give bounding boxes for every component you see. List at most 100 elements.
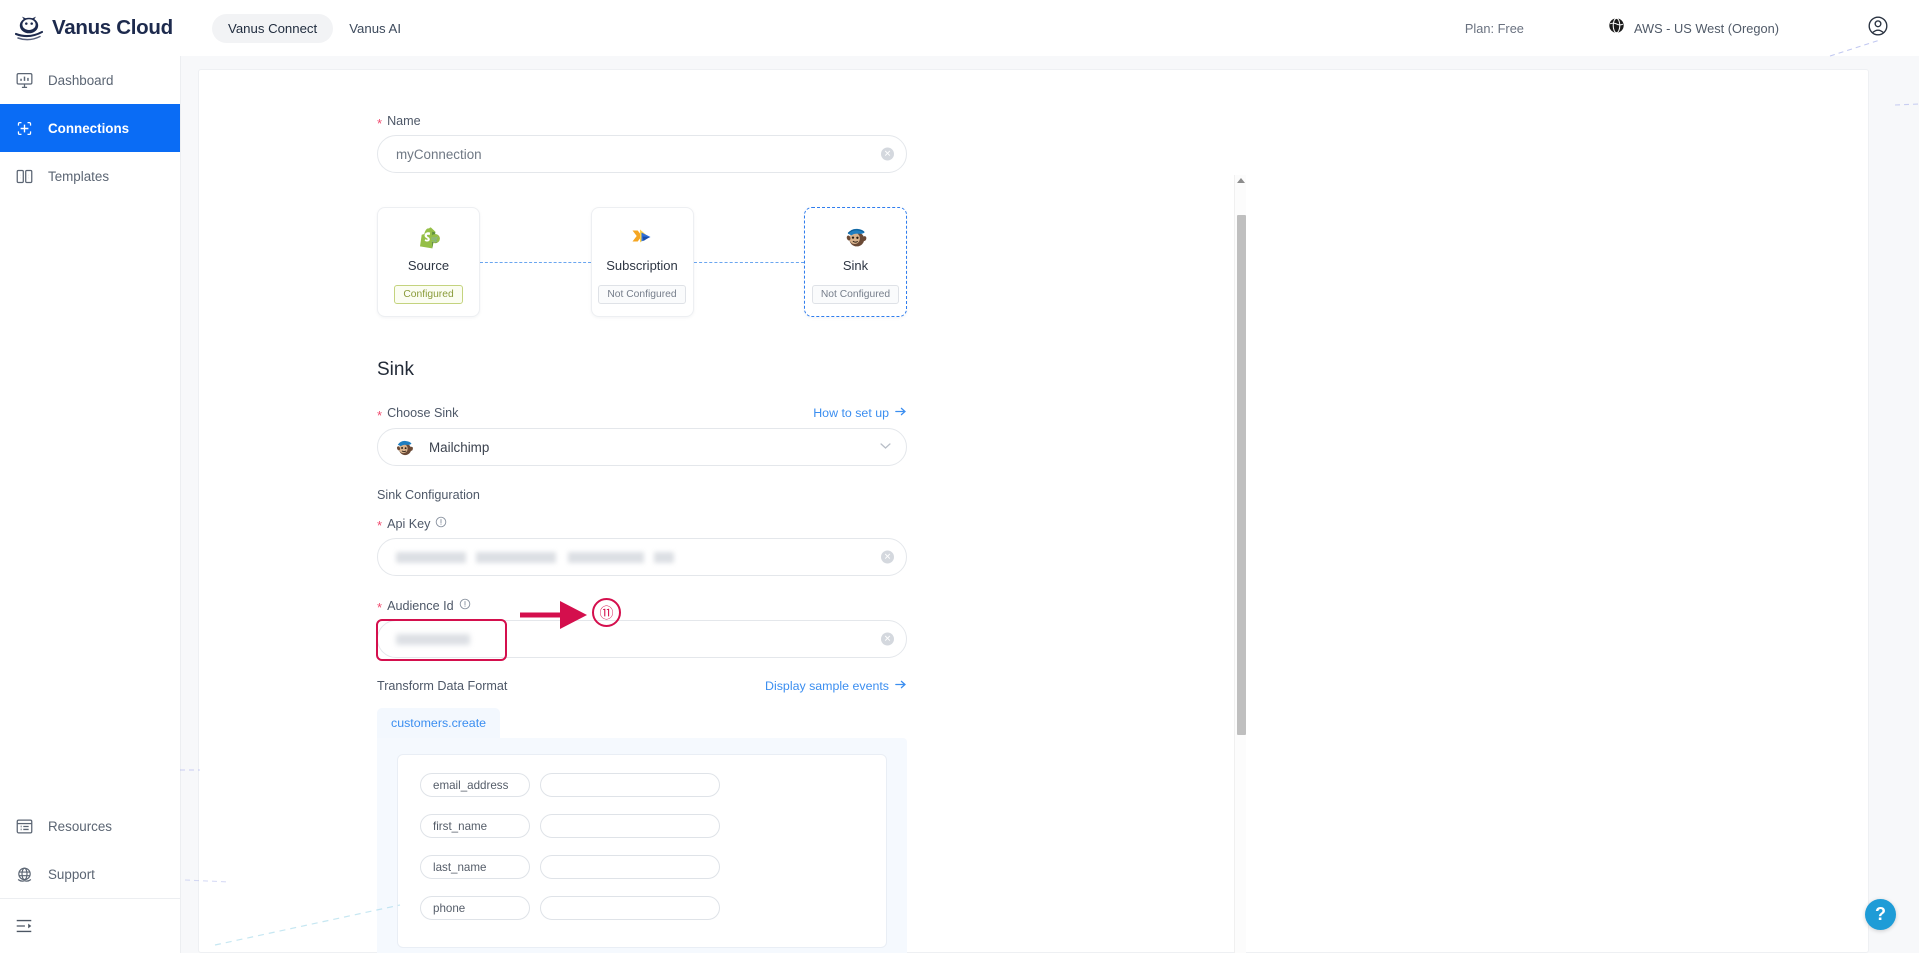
api-key-masked-value <box>396 551 674 563</box>
flow-card-subscription[interactable]: Subscription Not Configured <box>590 207 694 317</box>
status-badge: Not Configured <box>811 285 900 304</box>
tab-vanus-ai[interactable]: Vanus AI <box>333 14 417 43</box>
transform-label: Transform Data Format <box>377 679 508 693</box>
header-tabs: Vanus Connect Vanus AI <box>212 13 417 43</box>
field-key: first_name <box>420 814 530 838</box>
required-asterisk: * <box>377 600 383 615</box>
annotation-step-number: ⑪ <box>592 598 621 627</box>
field-value-input[interactable] <box>540 896 720 920</box>
resources-icon <box>13 815 35 837</box>
audience-id-label: * Audience Id <box>377 598 907 615</box>
user-circle-icon <box>1867 15 1889 42</box>
connections-icon <box>13 117 35 139</box>
sidebar-item-support[interactable]: Support <box>0 850 180 898</box>
connection-panel: * Name myConnection ✕ 🛒 Source Configure… <box>198 69 1869 953</box>
api-key-label: * Api Key <box>377 516 907 533</box>
audience-id-input[interactable]: ✕ <box>376 619 907 661</box>
sidebar-item-resources[interactable]: Resources <box>0 802 180 850</box>
sidebar-item-label: Support <box>48 866 95 882</box>
arrow-right-icon <box>894 678 907 694</box>
subscription-icon <box>629 224 655 250</box>
annotation-arrow-icon <box>518 596 590 639</box>
choose-sink-label-row: * Choose Sink How to set up <box>377 405 907 423</box>
field-value-input[interactable] <box>540 814 720 838</box>
name-field-label: * Name <box>377 114 907 131</box>
scroll-up-arrow-icon[interactable] <box>1237 178 1245 183</box>
info-circle-icon[interactable] <box>459 598 471 613</box>
display-sample-events-text: Display sample events <box>765 679 889 693</box>
tab-vanus-connect[interactable]: Vanus Connect <box>212 13 334 43</box>
flow-card-title: Sink <box>842 258 869 273</box>
whale-logo-icon <box>12 11 46 45</box>
chevron-down-icon <box>880 441 891 453</box>
transform-header: Transform Data Format Display sample eve… <box>377 678 907 694</box>
flow-connector <box>480 262 591 263</box>
required-asterisk: * <box>377 518 383 533</box>
flow-card-title: Source <box>407 258 450 273</box>
collapse-sidebar-icon <box>13 915 35 937</box>
status-badge: Configured <box>394 285 463 304</box>
info-circle-icon[interactable] <box>435 516 447 531</box>
audience-id-masked-value <box>396 633 470 645</box>
transform-body: email_address first_name last_name phone <box>377 738 907 953</box>
api-key-input[interactable]: ✕ <box>377 538 907 576</box>
help-button[interactable]: ? <box>1865 899 1896 930</box>
mailchimp-icon <box>394 437 415 458</box>
choose-sink-label-text: Choose Sink <box>387 406 459 420</box>
flow-card-source[interactable]: 🛒 Source Configured <box>377 207 480 317</box>
vertical-scrollbar[interactable] <box>1234 175 1246 953</box>
shopify-icon: 🛒 <box>416 224 442 250</box>
field-value-input[interactable] <box>540 855 720 879</box>
required-asterisk: * <box>377 407 383 423</box>
sidebar-item-connections[interactable]: Connections <box>0 104 180 152</box>
how-to-set-up-link[interactable]: How to set up <box>813 405 907 421</box>
mailchimp-icon <box>843 224 869 250</box>
clear-circle-icon[interactable]: ✕ <box>881 632 894 646</box>
sidebar-item-label: Resources <box>48 818 113 834</box>
list-item: phone <box>420 896 864 920</box>
tab-customers-create[interactable]: customers.create <box>377 708 501 738</box>
clear-circle-icon[interactable]: ✕ <box>881 550 894 564</box>
name-input-value: myConnection <box>396 146 482 162</box>
field-value-input[interactable] <box>540 773 720 797</box>
clear-circle-icon[interactable]: ✕ <box>881 147 894 161</box>
globe-icon <box>1608 17 1625 39</box>
display-sample-events-link[interactable]: Display sample events <box>765 678 907 694</box>
choose-sink-label: * Choose Sink <box>377 406 459 423</box>
list-item: last_name <box>420 855 864 879</box>
transform-tabs: customers.create <box>377 708 907 738</box>
connection-form: * Name myConnection ✕ 🛒 Source Configure… <box>376 114 907 953</box>
scrollbar-thumb[interactable] <box>1236 215 1246 735</box>
sidebar-item-label: Templates <box>48 168 110 184</box>
transform-field-list: email_address first_name last_name phone <box>397 754 887 948</box>
templates-icon <box>13 165 35 187</box>
region-selector[interactable]: AWS - US West (Oregon) <box>1608 17 1779 39</box>
brand-name: Vanus Cloud <box>52 16 173 39</box>
field-key: phone <box>420 896 530 920</box>
content-area: * Name myConnection ✕ 🛒 Source Configure… <box>181 56 1919 953</box>
sink-select[interactable]: Mailchimp <box>377 428 907 466</box>
dashboard-icon <box>13 69 35 91</box>
brand: Vanus Cloud <box>12 11 182 45</box>
required-asterisk: * <box>377 115 383 131</box>
account-menu-button[interactable] <box>1867 15 1889 42</box>
collapse-sidebar-button[interactable] <box>0 898 180 953</box>
page-title: Sink <box>377 359 414 380</box>
arrow-right-icon <box>894 405 907 421</box>
flow-card-title: Subscription <box>606 258 678 273</box>
name-input[interactable]: myConnection ✕ <box>377 135 907 173</box>
flow-card-sink[interactable]: Sink Not Configured <box>804 207 907 317</box>
region-label: AWS - US West (Oregon) <box>1633 20 1779 36</box>
list-item: email_address <box>420 773 864 797</box>
help-question-icon: ? <box>1875 904 1886 924</box>
sink-configuration-label: Sink Configuration <box>377 488 480 502</box>
field-key: email_address <box>420 773 530 797</box>
sidebar-item-label: Connections <box>48 120 130 136</box>
support-globe-icon <box>13 863 35 885</box>
sidebar-item-templates[interactable]: Templates <box>0 152 180 200</box>
name-label-text: Name <box>387 114 421 128</box>
sidebar-item-dashboard[interactable]: Dashboard <box>0 56 180 104</box>
sidebar: Dashboard Connections Templates Resource… <box>0 56 181 953</box>
app-header: Vanus Cloud Vanus Connect Vanus AI Plan:… <box>0 0 1919 56</box>
